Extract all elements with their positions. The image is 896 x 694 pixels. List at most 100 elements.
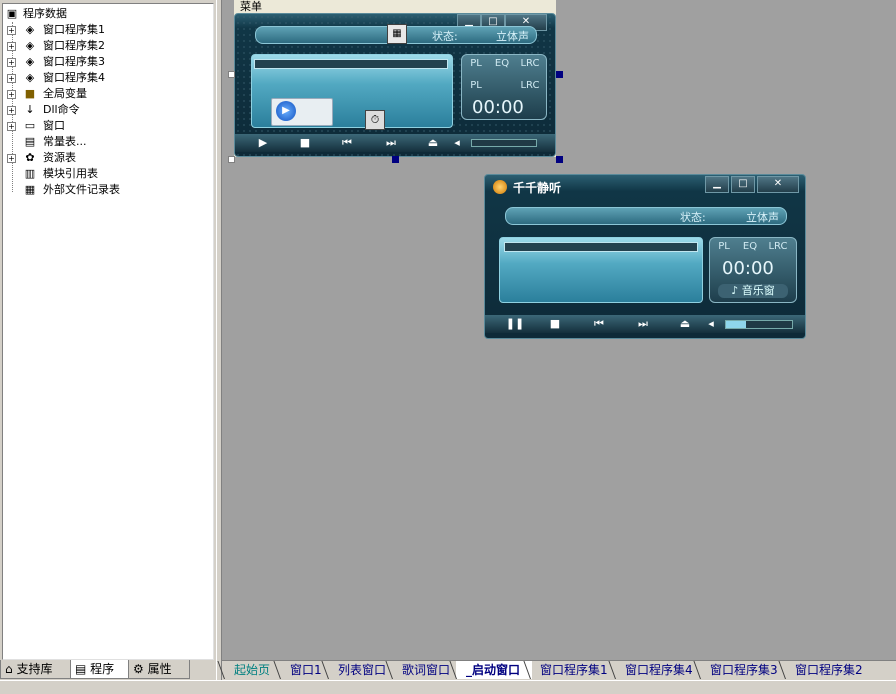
control-bar: ❚❚ ■ ⏮ ⏭ ⏏ ◂ bbox=[485, 315, 805, 333]
form-menu-bar[interactable]: 菜单 bbox=[234, 0, 556, 14]
control-bar: ▶ ■ ⏮ ⏭ ⏏ ◂ bbox=[235, 134, 555, 152]
module-icon: ◈ bbox=[25, 71, 35, 84]
tab-lyrics-window[interactable]: 歌词窗口 bbox=[392, 661, 458, 679]
tab-module-2[interactable]: 窗口程序集2 bbox=[785, 661, 871, 679]
program-tree[interactable]: ▣ 程序数据 + ◈ 窗口程序集1 + ◈ 窗口程序集2 + ◈ 窗口程序集3 … bbox=[2, 3, 214, 660]
tab-program[interactable]: ▤ 程序 bbox=[70, 660, 132, 679]
app-logo-icon bbox=[493, 180, 507, 194]
tab-startup-window[interactable]: _启动窗口 bbox=[456, 661, 532, 679]
lrc-button-2[interactable]: LRC bbox=[516, 79, 544, 93]
progress-track[interactable] bbox=[254, 59, 448, 69]
close-button[interactable]: ✕ bbox=[757, 176, 799, 193]
tree-item-module-2[interactable]: + ◈ 窗口程序集2 bbox=[3, 38, 203, 54]
pl-button[interactable]: PL bbox=[464, 57, 488, 71]
eq-button[interactable]: EQ bbox=[738, 240, 762, 254]
tree-item-module-1[interactable]: + ◈ 窗口程序集1 bbox=[3, 22, 203, 38]
expand-icon[interactable]: + bbox=[7, 90, 16, 99]
tree-item-resources[interactable]: + ✿ 资源表 bbox=[3, 150, 203, 166]
progress-track[interactable] bbox=[504, 242, 698, 252]
media-player-control[interactable]: ▶ bbox=[271, 98, 333, 126]
tree-item-module-3[interactable]: + ◈ 窗口程序集3 bbox=[3, 54, 203, 70]
music-window-button[interactable]: ♪ 音乐窗 bbox=[718, 284, 788, 298]
resize-handle[interactable] bbox=[556, 156, 563, 163]
module-icon: ◈ bbox=[25, 23, 35, 36]
resize-handle[interactable] bbox=[228, 156, 235, 163]
prev-button[interactable]: ⏮ bbox=[327, 134, 367, 152]
tree-item-module-ref[interactable]: ▥ 模块引用表 bbox=[3, 166, 203, 182]
module-ref-icon: ▥ bbox=[24, 167, 36, 180]
left-panel-tabs: ⌂ 支持库 ▤ 程序 ⚙ 属性 bbox=[0, 660, 216, 680]
preview-title: 千千静听 bbox=[513, 181, 562, 195]
expand-icon[interactable]: + bbox=[7, 74, 16, 83]
maximize-button[interactable]: □ bbox=[731, 176, 755, 193]
tab-properties[interactable]: ⚙ 属性 bbox=[128, 660, 190, 679]
time-display: 00:00 bbox=[472, 97, 524, 118]
pause-button[interactable]: ❚❚ bbox=[495, 315, 535, 333]
dll-icon: ↓ bbox=[25, 103, 35, 116]
tree-item-dll[interactable]: + ↓ Dll命令 bbox=[3, 102, 203, 118]
tab-list-window[interactable]: 列表窗口 bbox=[328, 661, 394, 679]
clock-panel: PL EQ LRC 00:00 ♪ 音乐窗 bbox=[709, 237, 797, 303]
play-circle-icon: ▶ bbox=[276, 101, 296, 121]
stop-button[interactable]: ■ bbox=[535, 315, 575, 333]
external-file-icon: ▦ bbox=[24, 183, 36, 196]
window-icon: ▭ bbox=[24, 119, 36, 132]
volume-level bbox=[726, 321, 746, 328]
module-icon: ◈ bbox=[25, 39, 35, 52]
tab-module-1[interactable]: 窗口程序集1 bbox=[530, 661, 616, 679]
resource-icon: ✿ bbox=[25, 151, 35, 164]
document-tabs: 起始页 窗口1 列表窗口 歌词窗口 _启动窗口 窗口程序集1 窗口程序集4 窗口… bbox=[222, 660, 896, 681]
tree-item-global-vars[interactable]: + ■ 全局变量 bbox=[3, 86, 203, 102]
program-icon: ▤ bbox=[75, 662, 87, 676]
tree-item-window[interactable]: + ▭ 窗口 bbox=[3, 118, 203, 134]
tab-start-page[interactable]: 起始页 bbox=[224, 661, 280, 679]
expand-icon[interactable]: + bbox=[7, 42, 16, 51]
volume-icon: ◂ bbox=[708, 317, 714, 330]
resize-handle[interactable] bbox=[556, 71, 563, 78]
constant-icon: ▤ bbox=[24, 135, 36, 148]
expand-icon[interactable]: + bbox=[7, 154, 16, 163]
volume-icon: ◂ bbox=[454, 136, 460, 149]
tree-root-label: 程序数据 bbox=[23, 7, 67, 20]
form-designer-window[interactable]: 菜单 ▁ □ ✕ 状态: 立体声 ▦ ▶ ⏱ PL EQ LRC PL LRC … bbox=[234, 0, 556, 157]
minimize-button[interactable]: ▁ bbox=[705, 176, 729, 193]
clock-panel: PL EQ LRC PL LRC 00:00 bbox=[461, 54, 547, 120]
eq-button[interactable]: EQ bbox=[490, 57, 514, 71]
tree-item-module-4[interactable]: + ◈ 窗口程序集4 bbox=[3, 70, 203, 86]
eject-button[interactable]: ⏏ bbox=[665, 315, 705, 333]
designer-workspace[interactable]: 菜单 ▁ □ ✕ 状态: 立体声 ▦ ▶ ⏱ PL EQ LRC PL LRC … bbox=[222, 0, 896, 660]
resize-handle[interactable] bbox=[228, 71, 235, 78]
volume-slider[interactable] bbox=[471, 139, 537, 147]
next-button[interactable]: ⏭ bbox=[371, 134, 411, 152]
time-display: 00:00 bbox=[722, 258, 774, 279]
stop-button[interactable]: ■ bbox=[285, 134, 325, 152]
expand-icon[interactable]: + bbox=[7, 58, 16, 67]
prev-button[interactable]: ⏮ bbox=[579, 315, 619, 333]
module-icon: ◈ bbox=[25, 55, 35, 68]
tab-module-4[interactable]: 窗口程序集4 bbox=[615, 661, 701, 679]
left-panel: ▣ 程序数据 + ◈ 窗口程序集1 + ◈ 窗口程序集2 + ◈ 窗口程序集3 … bbox=[0, 0, 216, 660]
tab-library[interactable]: ⌂ 支持库 bbox=[0, 660, 74, 679]
pl-button-2[interactable]: PL bbox=[464, 79, 488, 93]
timer-icon[interactable]: ⏱ bbox=[365, 110, 385, 130]
global-var-icon: ■ bbox=[24, 87, 36, 100]
next-button[interactable]: ⏭ bbox=[623, 315, 663, 333]
expand-icon[interactable]: + bbox=[7, 106, 16, 115]
status-bar: 状态: 立体声 bbox=[505, 207, 787, 225]
lrc-button[interactable]: LRC bbox=[764, 240, 792, 254]
pl-button[interactable]: PL bbox=[712, 240, 736, 254]
volume-slider[interactable] bbox=[725, 320, 793, 329]
resize-handle[interactable] bbox=[392, 156, 399, 163]
tree-item-external-files[interactable]: ▦ 外部文件记录表 bbox=[3, 182, 203, 198]
library-icon: ⌂ bbox=[5, 662, 13, 676]
preview-player-window[interactable]: 千千静听 ▁ □ ✕ 状态: 立体声 PL EQ LRC 00:00 ♪ 音乐窗… bbox=[484, 174, 806, 339]
expand-icon[interactable]: + bbox=[7, 26, 16, 35]
visual-screen bbox=[499, 237, 703, 303]
tree-item-constants[interactable]: ▤ 常量表... bbox=[3, 134, 203, 150]
play-button[interactable]: ▶ bbox=[243, 134, 283, 152]
tab-module-3[interactable]: 窗口程序集3 bbox=[700, 661, 786, 679]
lrc-button[interactable]: LRC bbox=[516, 57, 544, 71]
expand-icon[interactable]: + bbox=[7, 122, 16, 131]
form-control-icon[interactable]: ▦ bbox=[387, 24, 407, 44]
property-icon: ⚙ bbox=[133, 662, 144, 676]
